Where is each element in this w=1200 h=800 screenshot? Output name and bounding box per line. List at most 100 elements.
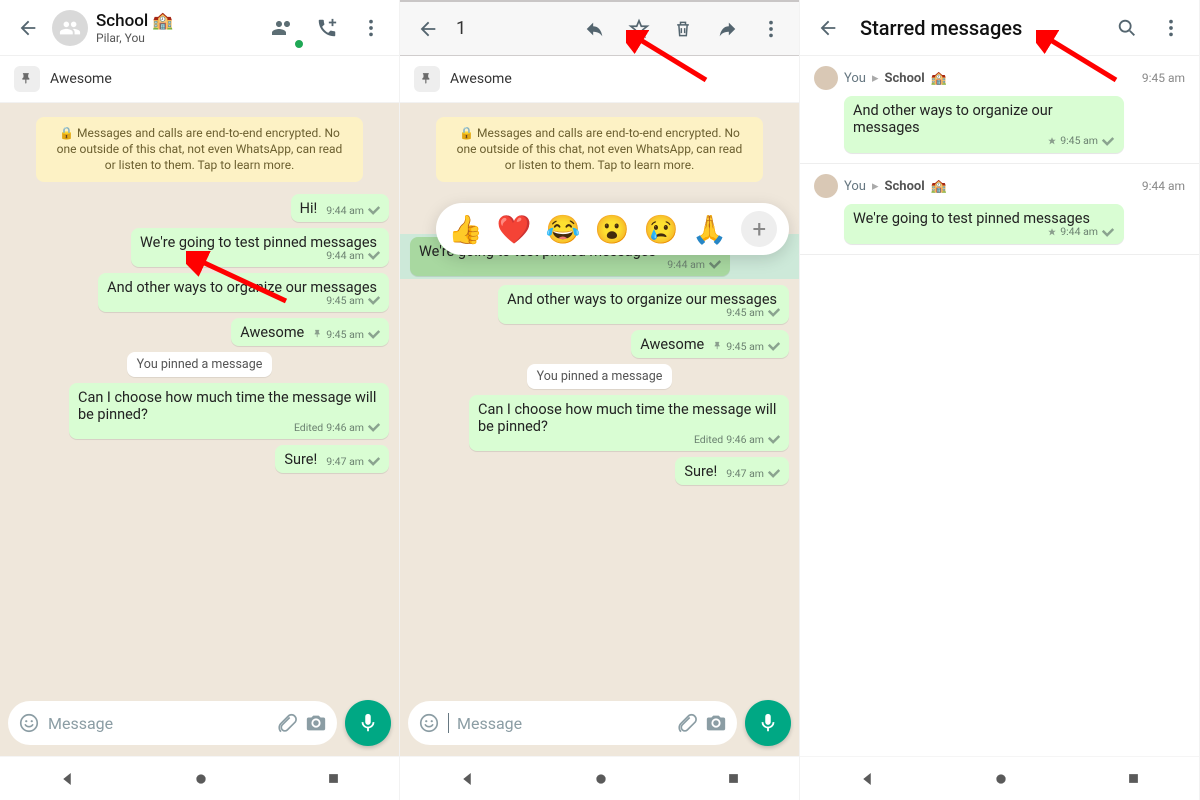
message-bubble[interactable]: We're going to test pinned messages 9:44… [131, 228, 389, 267]
search-button[interactable] [1107, 8, 1147, 48]
mic-icon [357, 712, 379, 734]
camera-icon[interactable] [305, 712, 327, 734]
sent-check-icon [367, 205, 381, 215]
group-emoji: 🏫 [152, 11, 173, 31]
pinned-text: Awesome [50, 71, 112, 87]
delete-button[interactable] [663, 9, 703, 49]
attach-icon[interactable] [275, 712, 297, 734]
starred-bubble[interactable]: And other ways to organize our messages … [844, 96, 1124, 153]
starred-bubble[interactable]: We're going to test pinned messages 9:44… [844, 204, 1124, 244]
nav-recent-icon[interactable] [1126, 771, 1141, 786]
attach-icon[interactable] [675, 712, 697, 734]
sent-check-icon [767, 307, 781, 317]
emoji-icon[interactable] [18, 712, 40, 734]
pin-icon-box [14, 66, 40, 92]
message-input[interactable]: Message [408, 701, 737, 745]
selection-header: 1 [400, 0, 799, 56]
star-small-icon [1047, 136, 1057, 146]
reaction-heart[interactable]: ❤️ [497, 213, 532, 246]
reaction-more[interactable]: + [741, 211, 777, 247]
message-bubble[interactable]: Sure! 9:47 am [275, 445, 389, 473]
nav-home-icon[interactable] [593, 771, 609, 787]
search-icon [1116, 17, 1138, 39]
call-button[interactable] [307, 8, 347, 48]
starred-item[interactable]: You ▸ School 🏫 9:45 am And other ways to… [800, 56, 1199, 164]
reaction-wow[interactable]: 😮 [595, 213, 630, 246]
pin-icon [420, 72, 434, 86]
sender-avatar [814, 174, 838, 198]
reaction-pray[interactable]: 🙏 [692, 213, 727, 246]
starred-list[interactable]: You ▸ School 🏫 9:45 am And other ways to… [800, 56, 1199, 756]
nav-recent-icon[interactable] [326, 771, 341, 786]
nav-back-icon[interactable] [58, 770, 76, 788]
more-vert-icon [360, 17, 382, 39]
message-bubble[interactable]: Awesome 9:45 am [631, 330, 789, 358]
reaction-sad[interactable]: 😢 [644, 213, 679, 246]
system-message: You pinned a message [527, 364, 673, 389]
pin-small-icon [713, 341, 723, 351]
message-bubble[interactable]: Can I choose how much time the message w… [69, 383, 389, 439]
message-bubble[interactable]: And other ways to organize our messages … [498, 285, 789, 324]
nav-recent-icon[interactable] [726, 771, 741, 786]
nav-back-icon[interactable] [458, 770, 476, 788]
encryption-notice[interactable]: 🔒 Messages and calls are end-to-end encr… [436, 117, 763, 182]
sent-check-icon [1101, 136, 1115, 146]
back-button[interactable] [408, 9, 448, 49]
reaction-laugh[interactable]: 😂 [546, 213, 581, 246]
group-subtitle: Pilar, You [96, 31, 259, 45]
page-title: Starred messages [860, 16, 1103, 40]
mic-button[interactable] [345, 700, 391, 746]
message-bubble[interactable]: Awesome 9:45 am [231, 318, 389, 346]
group-icon [59, 17, 81, 39]
reply-icon [584, 18, 606, 40]
more-vert-icon [760, 18, 782, 40]
input-placeholder: Message [457, 714, 667, 733]
message-input-bar: Message [0, 692, 399, 756]
forward-icon [716, 18, 738, 40]
chat-area-1[interactable]: 🔒 Messages and calls are end-to-end encr… [0, 103, 399, 692]
breadcrumb-arrow-icon: ▸ [872, 179, 879, 194]
back-button[interactable] [8, 8, 48, 48]
sender-avatar [814, 66, 838, 90]
more-button[interactable] [351, 8, 391, 48]
message-bubble[interactable]: And other ways to organize our messages … [98, 273, 389, 312]
starred-item[interactable]: You ▸ School 🏫 9:44 am We're going to te… [800, 164, 1199, 255]
breadcrumb-arrow-icon: ▸ [872, 71, 879, 86]
pinned-message-bar[interactable]: Awesome [0, 56, 399, 103]
chat-area-2[interactable]: 🔒 Messages and calls are end-to-end encr… [400, 103, 799, 692]
camera-icon[interactable] [705, 712, 727, 734]
back-button[interactable] [808, 8, 848, 48]
sent-check-icon [367, 295, 381, 305]
nav-back-icon[interactable] [858, 770, 876, 788]
forward-button[interactable] [707, 9, 747, 49]
reaction-thumbsup[interactable]: 👍 [448, 213, 483, 246]
nav-home-icon[interactable] [993, 771, 1009, 787]
input-cursor [448, 713, 449, 733]
message-bubble[interactable]: Sure! 9:47 am [675, 457, 789, 485]
reaction-picker[interactable]: 👍 ❤️ 😂 😮 😢 🙏 + [436, 203, 789, 255]
sent-check-icon [1101, 227, 1115, 237]
android-navbar [800, 756, 1199, 800]
more-button[interactable] [1151, 8, 1191, 48]
chat-panel-selection: 1 Awesome 🔒 Messages and calls are end-t… [400, 0, 800, 800]
group-name: School [96, 11, 148, 31]
chat-title-block[interactable]: School 🏫 Pilar, You [96, 11, 259, 45]
starred-header: Starred messages [800, 0, 1199, 56]
message-bubble[interactable]: Hi! 9:44 am [291, 194, 389, 222]
encryption-notice[interactable]: 🔒 Messages and calls are end-to-end encr… [36, 117, 363, 182]
reply-button[interactable] [575, 9, 615, 49]
sent-check-icon [367, 329, 381, 339]
video-call-button[interactable] [263, 8, 303, 48]
message-bubble[interactable]: Can I choose how much time the message w… [469, 395, 789, 451]
mic-button[interactable] [745, 700, 791, 746]
message-input[interactable]: Message [8, 701, 337, 745]
emoji-icon[interactable] [418, 712, 440, 734]
sent-check-icon [708, 259, 722, 269]
star-button[interactable] [619, 9, 659, 49]
nav-home-icon[interactable] [193, 771, 209, 787]
group-avatar[interactable] [52, 10, 88, 46]
input-placeholder: Message [48, 714, 267, 733]
more-button[interactable] [751, 9, 791, 49]
sent-check-icon [367, 456, 381, 466]
pinned-message-bar[interactable]: Awesome [400, 56, 799, 103]
